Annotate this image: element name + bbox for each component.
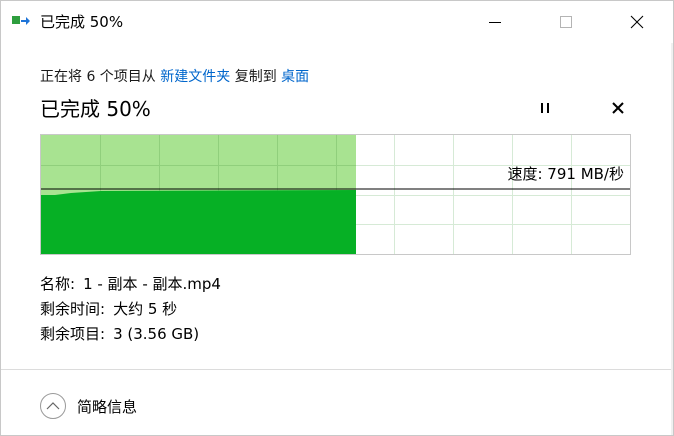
fewer-details-label[interactable]: 简略信息: [77, 396, 137, 417]
chevron-up-circle-icon: [40, 393, 66, 419]
fewer-details-button[interactable]: [39, 392, 67, 420]
minimize-icon: [489, 22, 501, 23]
title-bar: 已完成 50%: [1, 1, 673, 43]
window-title: 已完成 50%: [40, 13, 124, 31]
speed-label: 速度: 791 MB/秒: [507, 165, 624, 183]
close-button[interactable]: [614, 1, 660, 43]
items-remaining-value: 3 (3.56 GB): [113, 325, 200, 343]
maximize-button[interactable]: [543, 1, 589, 43]
detail-items-row: 剩余项目: 3 (3.56 GB): [40, 322, 221, 347]
description-prefix: 正在将 6 个项目从: [40, 69, 161, 85]
detail-time-row: 剩余时间: 大约 5 秒: [40, 297, 221, 322]
copy-progress-window: 已完成 50% 正在将 6 个项目从 新建文件夹 复制到 桌面 已完成 50%: [0, 0, 674, 436]
transfer-details: 名称: 1 - 副本 - 副本.mp4 剩余时间: 大约 5 秒 剩余项目: 3 (3…: [40, 272, 221, 347]
pause-button[interactable]: [534, 98, 556, 118]
time-remaining-value: 大约 5 秒: [113, 300, 178, 318]
transfer-speed-graph: 速度: 791 MB/秒: [40, 134, 631, 255]
maximize-icon: [560, 16, 572, 28]
name-label: 名称:: [40, 275, 76, 293]
window-edge: [671, 43, 673, 435]
progress-status: 已完成 50%: [40, 97, 151, 121]
pause-icon: [541, 103, 549, 113]
close-icon: [630, 15, 644, 29]
destination-folder-link[interactable]: 桌面: [281, 69, 309, 85]
minimize-button[interactable]: [472, 1, 518, 43]
speed-graph-canvas: [41, 135, 630, 254]
detail-name-row: 名称: 1 - 副本 - 副本.mp4: [40, 272, 221, 297]
source-folder-link[interactable]: 新建文件夹: [160, 69, 230, 85]
cancel-icon: [612, 102, 624, 114]
file-copy-icon: [12, 13, 30, 29]
copy-description: 正在将 6 个项目从 新建文件夹 复制到 桌面: [40, 66, 309, 86]
items-remaining-label: 剩余项目:: [40, 325, 106, 343]
cancel-button[interactable]: [607, 99, 629, 119]
footer: 简略信息: [1, 369, 673, 435]
speed-area-fill: [41, 190, 356, 254]
description-middle: 复制到: [230, 69, 282, 85]
time-remaining-label: 剩余时间:: [40, 300, 106, 318]
name-value: 1 - 副本 - 副本.mp4: [83, 275, 221, 293]
